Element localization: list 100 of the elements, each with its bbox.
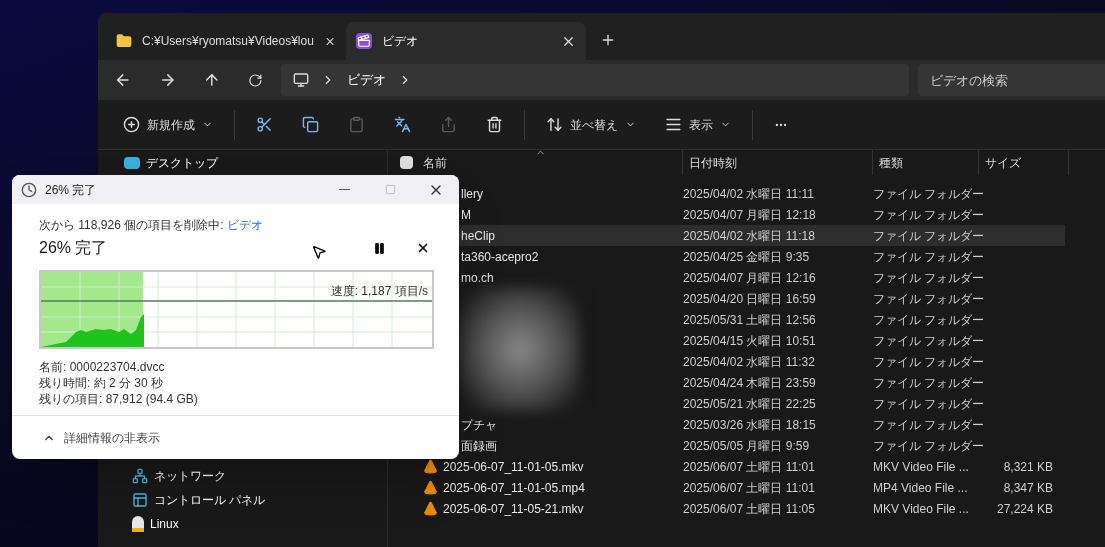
column-header[interactable]: 日付時刻 — [683, 150, 873, 175]
view-button[interactable]: 表示 — [657, 108, 739, 141]
mouse-pointer-icon — [311, 244, 327, 260]
file-row[interactable]: 2025-06-07_11-01-05.mkv 2025/06/07 土曜日 11:01 MKV Video File ... 8,321 KB — [388, 456, 1065, 477]
file-name: 2025-06-07_11-05-21.mkv — [443, 500, 584, 518]
date-cell-text: 2025/04/02 水曜日 11:32 — [683, 353, 816, 371]
column-header[interactable]: 名前 — [423, 153, 447, 172]
type-cell-text: ファイル フォルダー — [873, 185, 986, 203]
column-header[interactable]: サイズ — [979, 150, 1069, 175]
sidebar-item[interactable]: ネットワーク — [98, 464, 387, 488]
size-cell-text: 27,224 KB — [995, 500, 1053, 518]
date-cell-text: 2025/04/25 金曜日 9:35 — [683, 248, 811, 266]
type-cell-text: MP4 Video File ... — [873, 479, 969, 497]
new-button[interactable]: 新規作成 — [115, 108, 221, 141]
file-name: 2025-06-07_11-01-05.mkv — [443, 458, 584, 476]
size-cell-text: 8,347 KB — [1002, 479, 1053, 497]
breadcrumb[interactable]: ビデオ — [346, 70, 386, 90]
type-cell-text: ファイル フォルダー — [873, 248, 986, 266]
date-cell-text: 2025/04/02 水曜日 11:18 — [683, 227, 816, 245]
desktop-icon — [124, 157, 140, 169]
type-cell-text: ファイル フォルダー — [873, 332, 986, 350]
date-cell-text: 2025/04/07 月曜日 12:18 — [683, 206, 817, 224]
share-icon — [440, 116, 457, 133]
type-cell-text: MKV Video File ... — [873, 458, 970, 476]
type-cell-text: ファイル フォルダー — [873, 206, 986, 224]
dialog-title: 26% 完了 — [45, 181, 97, 199]
sidebar-item[interactable]: コントロール パネル — [98, 488, 387, 512]
type-cell-text: ファイル フォルダー — [873, 227, 986, 245]
cone-icon — [423, 459, 438, 474]
type-cell-text: ファイル フォルダー — [873, 311, 986, 329]
folder-name: 面録画 — [461, 437, 497, 455]
minimize-icon — [338, 189, 350, 190]
select-all-checkbox[interactable] — [400, 156, 413, 169]
cone-icon — [423, 480, 438, 495]
date-cell-text: 2025/06/07 土曜日 11:05 — [683, 500, 816, 518]
trash-icon — [486, 116, 503, 133]
date-cell-text: 2025/05/21 水曜日 22:25 — [683, 395, 817, 413]
delete-message: 次から 118,926 個の項目を削除中: ビデオ — [39, 217, 264, 234]
back-icon[interactable] — [114, 71, 132, 89]
date-cell-text: 2025/04/07 月曜日 12:16 — [683, 269, 817, 287]
file-row[interactable]: 2025-06-07_11-05-21.mkv 2025/06/07 土曜日 11:05 MKV Video File ... 27,224 KB — [388, 498, 1065, 519]
date-cell-text: 2025/06/07 土曜日 11:01 — [683, 479, 816, 497]
file-row[interactable]: 2025-06-07_11-01-05.mp4 2025/06/07 土曜日 11:01 MP4 Video File ... 8,347 KB — [388, 477, 1065, 498]
folder-name: M — [461, 206, 471, 224]
type-cell-text: ファイル フォルダー — [873, 290, 986, 308]
detail-line: 名前: 0000223704.dvcc — [39, 359, 166, 375]
monitor-icon — [292, 72, 309, 88]
date-cell-text: 2025/03/26 水曜日 18:15 — [683, 416, 817, 434]
date-cell-text: 2025/05/31 土曜日 12:56 — [683, 311, 817, 329]
maximize-icon — [384, 184, 396, 195]
folder-name: llery — [461, 185, 483, 203]
network-icon — [132, 468, 148, 484]
close-icon — [416, 241, 430, 255]
details-toggle[interactable]: 詳細情報の非表示 — [42, 428, 160, 447]
tab-label: C:¥Users¥ryomatsu¥Videos¥lou — [142, 33, 314, 50]
date-cell-text: 2025/06/07 土曜日 11:01 — [683, 458, 816, 476]
type-cell-text: ファイル フォルダー — [873, 374, 986, 392]
copy-icon — [302, 116, 319, 133]
type-cell-text: ファイル フォルダー — [873, 269, 986, 287]
new-icon — [123, 116, 140, 133]
date-cell-text: 2025/04/02 水曜日 11:11 — [683, 185, 815, 203]
sort-button[interactable]: 並べ替え — [538, 108, 644, 141]
size-cell-text: 8,321 KB — [1002, 458, 1053, 476]
lines-icon — [665, 116, 682, 133]
sidebar-item[interactable]: デスクトップ — [98, 152, 387, 174]
progress-heading: 26% 完了 — [39, 238, 108, 258]
folder-name: プチャ — [461, 416, 497, 434]
sidebar-item[interactable]: Linux — [98, 512, 387, 536]
pause-button[interactable] — [373, 241, 386, 255]
date-cell-text: 2025/04/15 火曜日 10:51 — [683, 332, 817, 350]
folder-name: heClip — [461, 227, 496, 245]
type-cell-text: ファイル フォルダー — [873, 416, 986, 434]
video-icon — [356, 33, 372, 49]
tab[interactable]: ビデオ — [346, 22, 586, 60]
type-cell-text: ファイル フォルダー — [873, 437, 986, 455]
refresh-icon[interactable] — [247, 72, 263, 88]
date-cell-text: 2025/04/20 日曜日 16:59 — [683, 290, 817, 308]
column-header[interactable]: 種類 — [873, 150, 979, 175]
control-panel-icon — [132, 492, 148, 508]
type-cell-text: MKV Video File ... — [873, 500, 970, 518]
date-cell-text: 2025/05/05 月曜日 9:59 — [683, 437, 811, 455]
type-cell-text: ファイル フォルダー — [873, 395, 986, 413]
cone-icon — [423, 501, 438, 516]
folder-name: mo.ch — [461, 269, 494, 287]
cancel-button[interactable] — [416, 241, 430, 255]
speed-label: 速度: 1,187 項目/s — [330, 283, 428, 300]
sort-icon — [546, 116, 563, 133]
date-cell-text: 2025/04/24 木曜日 23:59 — [683, 374, 817, 392]
tab[interactable]: C:¥Users¥ryomatsu¥Videos¥lou — [106, 22, 346, 60]
search-field[interactable]: ビデオの検索 — [918, 64, 1105, 96]
clipboard-icon — [348, 116, 365, 133]
tab-label: ビデオ — [382, 33, 418, 50]
folder-name: ta360-acepro2 — [461, 248, 539, 266]
folder-icon — [116, 33, 132, 49]
new-tab-icon[interactable] — [600, 32, 616, 48]
clock-icon — [21, 181, 37, 198]
address-bar[interactable]: ビデオ — [280, 64, 909, 96]
pause-icon — [373, 241, 386, 255]
type-cell-text: ファイル フォルダー — [873, 353, 986, 371]
folder-link[interactable]: ビデオ — [226, 218, 263, 232]
